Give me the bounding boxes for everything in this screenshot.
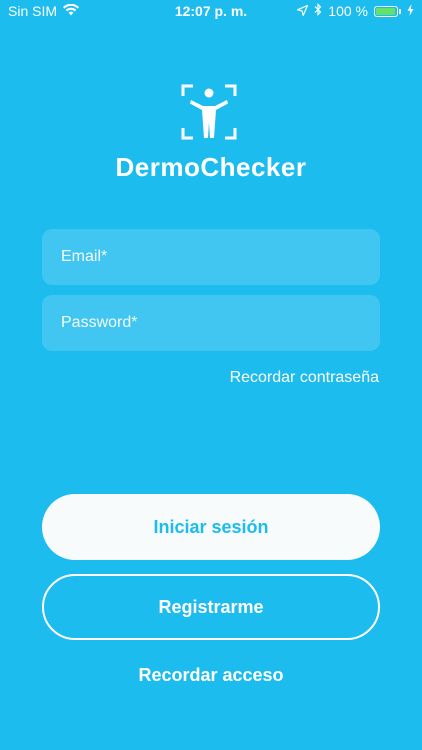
- battery-tip: [399, 8, 401, 14]
- email-field-container[interactable]: [42, 229, 380, 285]
- status-bar: Sin SIM 12:07 p. m. 100 %: [0, 0, 422, 22]
- email-field[interactable]: [59, 247, 363, 267]
- password-field-container[interactable]: [42, 295, 380, 351]
- register-button[interactable]: Registrarme: [42, 574, 380, 640]
- recover-access-link[interactable]: Recordar acceso: [0, 665, 422, 686]
- charging-bolt-icon: [407, 3, 414, 19]
- status-right: 100 %: [297, 3, 414, 19]
- app-title: DermoChecker: [115, 152, 307, 182]
- battery-icon: [374, 5, 398, 17]
- body-scan-icon: [181, 84, 237, 140]
- bluetooth-icon: [314, 3, 322, 19]
- location-arrow-icon: [297, 3, 309, 19]
- battery-percent: 100 %: [328, 3, 368, 19]
- password-field[interactable]: [59, 313, 363, 333]
- recover-password-link[interactable]: Recordar contraseña: [230, 369, 379, 387]
- battery-level: [376, 7, 395, 15]
- login-button[interactable]: Iniciar sesión: [42, 494, 380, 560]
